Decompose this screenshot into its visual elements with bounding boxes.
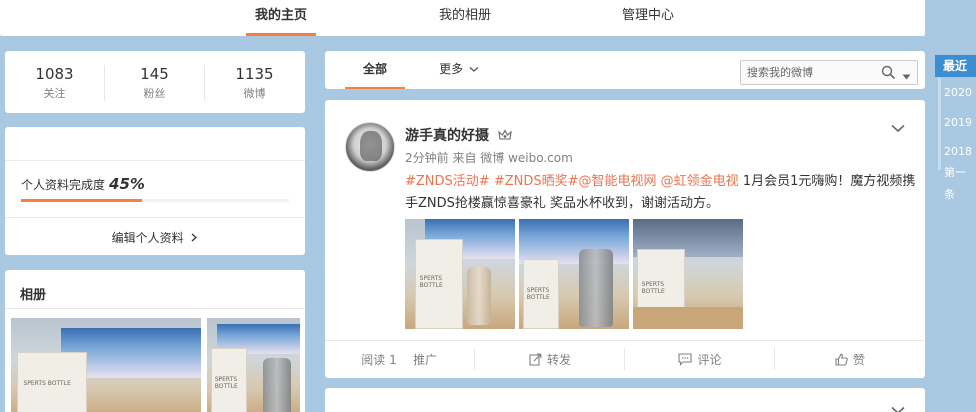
timeline-first-post[interactable]: 第一条 bbox=[935, 162, 976, 201]
feed-filter-bar: 全部 更多 bbox=[325, 51, 925, 89]
stat-following-label: 关注 bbox=[43, 87, 66, 100]
weibo-post: 游手真的好摄 2分钟前 来自 微博 weibo.com #ZNDS活动# #ZN… bbox=[325, 100, 925, 378]
stats-card: 1083 关注 145 粉丝 1135 微博 bbox=[5, 51, 305, 113]
divider bbox=[5, 308, 305, 309]
like-button[interactable]: 赞 bbox=[825, 350, 875, 370]
author-name-text: 游手真的好摄 bbox=[405, 128, 489, 144]
stat-followers-count: 145 bbox=[140, 65, 169, 83]
completion-progress-bar bbox=[21, 199, 289, 202]
completion-value: 45% bbox=[109, 175, 145, 193]
like-label: 赞 bbox=[852, 353, 865, 367]
caret-down-icon[interactable] bbox=[902, 69, 911, 83]
stat-following[interactable]: 1083 关注 bbox=[5, 64, 104, 102]
timeline-year[interactable]: 2019 bbox=[935, 112, 976, 134]
divider bbox=[5, 217, 305, 218]
edit-profile-label: 编辑个人资料 bbox=[111, 231, 184, 245]
bottle bbox=[263, 358, 291, 412]
divider bbox=[774, 348, 775, 370]
product-box bbox=[17, 352, 87, 412]
divider bbox=[624, 348, 625, 370]
tab-my-album[interactable]: 我的相册 bbox=[430, 0, 500, 36]
feed-tab-more[interactable]: 更多 bbox=[435, 51, 483, 89]
album-photo[interactable] bbox=[207, 318, 300, 412]
feed-tab-more-label: 更多 bbox=[439, 62, 464, 76]
profile-completion-card: 个人资料完成度 45% 编辑个人资料 bbox=[5, 127, 305, 255]
stat-followers[interactable]: 145 粉丝 bbox=[105, 64, 204, 102]
divider bbox=[474, 348, 475, 370]
mention-link[interactable]: @虹领金电视 bbox=[661, 174, 739, 189]
product-box bbox=[523, 259, 559, 329]
read-count: 阅读 1 bbox=[361, 353, 397, 367]
album-title: 相册 bbox=[20, 288, 47, 303]
hashtag-link[interactable]: #ZNDS晒奖# bbox=[494, 174, 579, 189]
stat-posts-label: 微博 bbox=[243, 87, 266, 100]
top-nav: 我的主页 我的相册 管理中心 bbox=[0, 0, 925, 36]
promote-button[interactable]: 推广 bbox=[407, 350, 443, 370]
comment-icon bbox=[678, 352, 693, 372]
post-photo[interactable] bbox=[633, 219, 743, 329]
timeline-year[interactable]: 2020 bbox=[935, 82, 976, 104]
comment-button[interactable]: 评论 bbox=[670, 350, 730, 370]
post-photo[interactable] bbox=[405, 219, 515, 329]
post-photo[interactable] bbox=[519, 219, 629, 329]
album-photo[interactable] bbox=[11, 318, 201, 412]
divider bbox=[325, 340, 925, 341]
search-icon[interactable] bbox=[881, 65, 896, 83]
post-author-name[interactable]: 游手真的好摄 bbox=[405, 125, 512, 146]
search-input[interactable] bbox=[747, 64, 867, 81]
divider bbox=[5, 160, 305, 161]
stat-posts-count: 1135 bbox=[235, 65, 274, 83]
timeline-recent[interactable]: 最近 bbox=[935, 55, 976, 77]
stat-following-count: 1083 bbox=[35, 65, 74, 83]
repost-icon bbox=[529, 352, 542, 372]
stat-posts[interactable]: 1135 微博 bbox=[205, 64, 304, 102]
hashtag-link[interactable]: #ZNDS活动# bbox=[405, 174, 490, 189]
product-box bbox=[211, 348, 247, 412]
post-text: #ZNDS活动# #ZNDS晒奖#@智能电视网 @虹领金电视 1月会员1元嗨购！… bbox=[405, 171, 925, 215]
feed-search-box bbox=[740, 60, 918, 85]
stat-followers-label: 粉丝 bbox=[143, 87, 166, 100]
completion-label: 个人资料完成度 45% bbox=[21, 175, 145, 193]
product-box bbox=[415, 239, 463, 329]
bottle bbox=[467, 267, 491, 325]
album-card: 相册 bbox=[5, 270, 305, 412]
bottle bbox=[579, 249, 613, 327]
comment-label: 评论 bbox=[697, 353, 722, 367]
post-meta: 2分钟前 来自 微博 weibo.com bbox=[405, 151, 573, 165]
feed-tab-all[interactable]: 全部 bbox=[345, 51, 405, 89]
repost-label: 转发 bbox=[546, 353, 571, 367]
edit-profile-link[interactable]: 编辑个人资料 bbox=[5, 229, 305, 246]
mention-link[interactable]: @智能电视网 bbox=[579, 174, 657, 189]
tab-manage-center[interactable]: 管理中心 bbox=[612, 0, 684, 36]
crown-icon bbox=[498, 129, 512, 146]
chevron-down-icon[interactable] bbox=[891, 122, 905, 136]
completion-progress-fill bbox=[21, 199, 142, 202]
avatar[interactable] bbox=[345, 122, 395, 172]
weibo-post-next bbox=[325, 388, 925, 412]
tab-my-home[interactable]: 我的主页 bbox=[246, 0, 316, 36]
chevron-right-icon bbox=[191, 231, 198, 245]
chevron-down-icon[interactable] bbox=[891, 404, 905, 412]
repost-button[interactable]: 转发 bbox=[520, 350, 580, 370]
chevron-down-icon bbox=[469, 51, 479, 87]
timeline-year[interactable]: 2018 bbox=[935, 141, 976, 163]
thumbs-up-icon bbox=[835, 352, 848, 372]
table-surface bbox=[633, 307, 743, 329]
completion-label-text: 个人资料完成度 bbox=[21, 178, 106, 192]
